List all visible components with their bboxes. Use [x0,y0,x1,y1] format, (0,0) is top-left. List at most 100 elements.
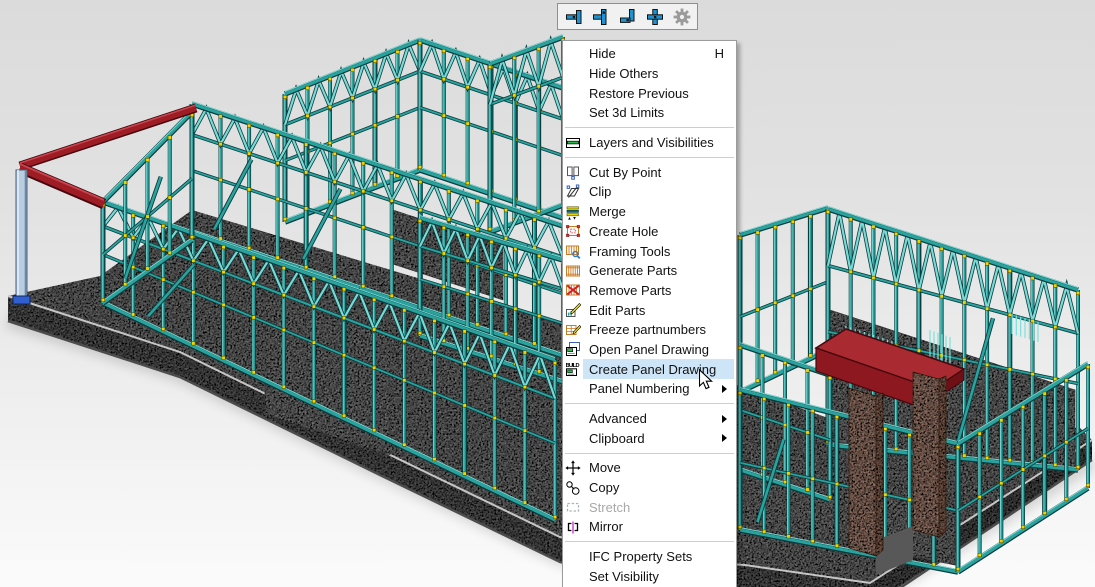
copy-icon [563,478,583,498]
3d-model-viewport[interactable] [0,0,1095,587]
menu-item-body: Hide H [583,44,734,64]
settings-button[interactable] [668,5,695,28]
menu-separator [563,537,736,547]
context-menu: Hide H Hide Others Restore Previous Set 3d L… [562,40,737,587]
submenu-arrow-icon [722,415,727,423]
menu-item-label: Move [589,460,621,475]
menu-item-label: Hide Others [589,66,658,81]
joint-cross-icon [645,7,665,27]
frame-end-joint-button[interactable] [560,5,587,28]
mouse-cursor [699,369,715,391]
menu-item-body: Cut By Point [583,162,734,182]
open-panel-drawing-icon [563,340,583,360]
move-icon [563,458,583,478]
menu-item-body: Freeze partnumbers [583,320,734,340]
menu-item-advanced[interactable]: Advanced [563,409,736,429]
menu-item-label: Set Visibility [589,569,659,584]
menu-item-label: Create Hole [589,224,658,239]
menu-item-label: Remove Parts [589,283,671,298]
menu-item-body: Framing Tools [583,241,734,261]
menu-item-merge[interactable]: Merge [563,202,736,222]
svg-text:BUILD: BUILD [566,363,580,369]
menu-item-label: Set 3d Limits [589,105,664,120]
menu-item-body: Advanced [583,409,734,429]
menu-separator [563,448,736,458]
menu-item-framing-tools[interactable]: Framing Tools [563,241,736,261]
frame-cross-joint-button[interactable] [641,5,668,28]
menu-item-clip[interactable]: Clip [563,182,736,202]
menu-icon-empty [563,379,583,399]
menu-icon-empty [563,428,583,448]
menu-item-label: Restore Previous [589,86,689,101]
menu-icon-empty [563,44,583,64]
menu-item-label: Advanced [589,411,647,426]
mirror-icon [563,517,583,537]
menu-item-body: Set Visibility [583,567,734,587]
menu-item-mirror[interactable]: Mirror [563,517,736,537]
menu-item-body: Create Hole [583,222,734,242]
menu-item-cut-by-point[interactable]: Cut By Point [563,162,736,182]
menu-item-label: Clipboard [589,431,645,446]
menu-item-body: Remove Parts [583,281,734,301]
menu-item-body: Restore Previous [583,83,734,103]
floating-toolbar [557,3,698,30]
menu-item-label: Framing Tools [589,244,670,259]
menu-item-clipboard[interactable]: Clipboard [563,428,736,448]
menu-item-body: Mirror [583,517,734,537]
menu-item-label: Panel Numbering [589,381,689,396]
menu-item-body: Move [583,458,734,478]
menu-item-hide[interactable]: Hide H [563,44,736,64]
menu-item-label: Cut By Point [589,165,661,180]
menu-item-layers-and-visibilities[interactable]: Layers and Visibilities [563,133,736,153]
edit-parts-icon [563,300,583,320]
submenu-arrow-icon [722,385,727,393]
menu-item-label: Freeze partnumbers [589,322,706,337]
menu-item-create-hole[interactable]: Create Hole [563,222,736,242]
framing-tools-icon [563,241,583,261]
menu-item-restore-previous[interactable]: Restore Previous [563,83,736,103]
gear-icon [672,7,692,27]
menu-icon-empty [563,409,583,429]
menu-item-body: Generate Parts [583,261,734,281]
menu-item-label: Create Panel Drawing [589,362,716,377]
menu-item-body: Set 3d Limits [583,103,734,123]
menu-item-generate-parts[interactable]: Generate Parts [563,261,736,281]
menu-item-label: Edit Parts [589,303,645,318]
menu-icon-empty [563,64,583,84]
frame-corner-joint-button[interactable] [614,5,641,28]
menu-item-ifc-property-sets[interactable]: IFC Property Sets [563,547,736,567]
menu-item-label: Stretch [589,500,630,515]
menu-item-body: Edit Parts [583,300,734,320]
remove-parts-icon [563,281,583,301]
create-hole-icon [563,222,583,242]
menu-item-edit-parts[interactable]: Edit Parts [563,300,736,320]
application-window: { "toolbar": { "buttons": [ {"id": "fram… [0,0,1095,587]
menu-item-open-panel-drawing[interactable]: Open Panel Drawing [563,340,736,360]
menu-item-hide-others[interactable]: Hide Others [563,64,736,84]
menu-item-set-3d-limits[interactable]: Set 3d Limits [563,103,736,123]
freeze-partnumbers-icon [563,320,583,340]
menu-item-label: Merge [589,204,626,219]
menu-icon-empty [563,567,583,587]
menu-item-move[interactable]: Move [563,458,736,478]
menu-item-label: Mirror [589,519,623,534]
menu-item-body: Layers and Visibilities [583,133,734,153]
menu-icon-empty [563,547,583,567]
frame-tee-joint-button[interactable] [587,5,614,28]
menu-item-body: IFC Property Sets [583,547,734,567]
menu-item-body: Copy [583,478,734,498]
menu-item-label: Clip [589,184,611,199]
layers-icon [563,133,583,153]
menu-item-set-visibility[interactable]: Set Visibility [563,567,736,587]
menu-item-label: Hide [589,46,616,61]
menu-item-shortcut: H [715,46,734,61]
menu-item-freeze-partnumbers[interactable]: Freeze partnumbers [563,320,736,340]
menu-item-stretch: Stretch [563,497,736,517]
menu-item-remove-parts[interactable]: Remove Parts [563,281,736,301]
menu-item-label: Generate Parts [589,263,677,278]
generate-parts-icon [563,261,583,281]
menu-item-label: Copy [589,480,619,495]
clip-icon [563,182,583,202]
menu-item-copy[interactable]: Copy [563,478,736,498]
stretch-icon [563,497,583,517]
